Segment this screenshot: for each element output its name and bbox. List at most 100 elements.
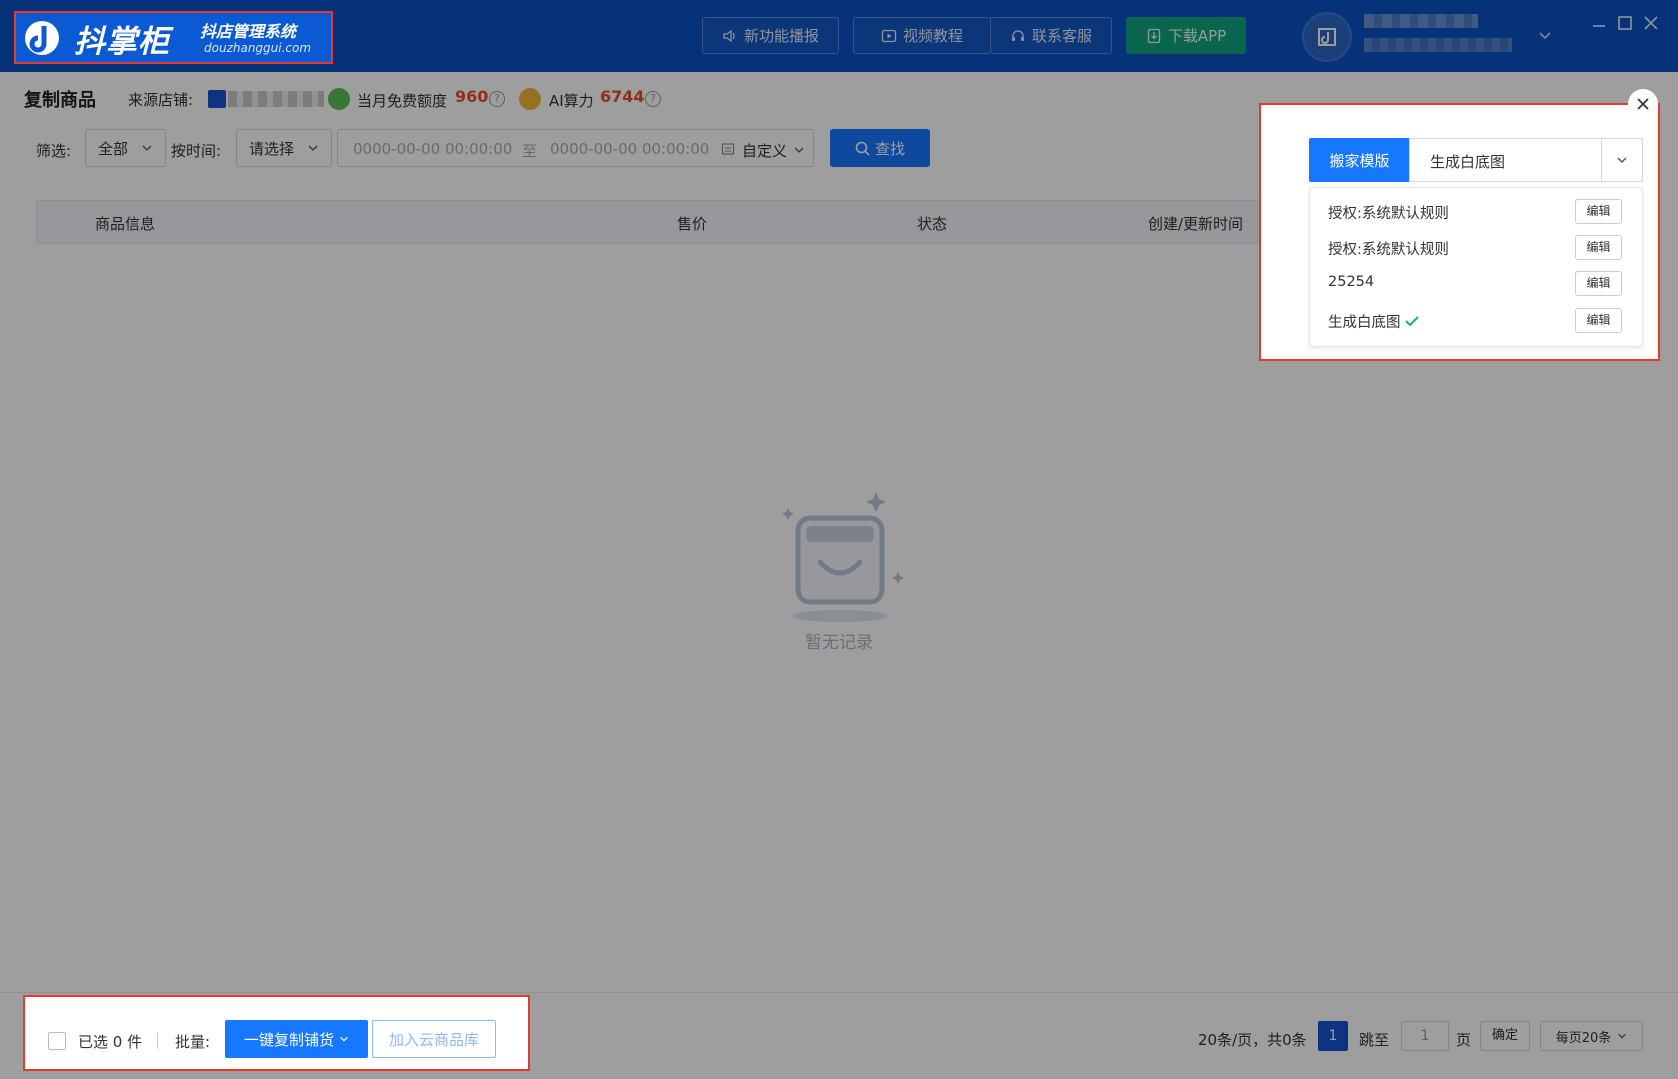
date-start-input[interactable]: 0000-00-00 00:00:00	[353, 140, 512, 158]
page-title: 复制商品	[24, 90, 96, 111]
help-icon[interactable]: ?	[489, 91, 505, 107]
jump-page-input[interactable]: 1	[1401, 1021, 1449, 1051]
contact-service-button[interactable]: 联系客服	[990, 17, 1112, 54]
calendar-icon	[721, 143, 735, 155]
time-label: 按时间:	[171, 142, 222, 160]
one-click-copy-button[interactable]: 一键复制铺货	[225, 1020, 368, 1058]
column-header: 商品信息	[95, 215, 156, 233]
page-unit-label: 页	[1456, 1031, 1472, 1049]
pagination-info: 20条/页，共0条	[1198, 1031, 1307, 1049]
bulk-label: 批量:	[175, 1033, 211, 1051]
chevron-down-icon	[1618, 1033, 1627, 1039]
empty-box-icon	[782, 492, 904, 622]
divider	[157, 1033, 158, 1049]
edit-template-button[interactable]: 编辑	[1575, 199, 1622, 224]
template-option-name: 授权:系统默认规则	[1328, 206, 1449, 222]
template-dropdown-toggle[interactable]	[1601, 138, 1643, 182]
template-tag: 搬家模版	[1309, 138, 1410, 182]
edit-template-button[interactable]: 编辑	[1575, 271, 1622, 296]
date-range-picker[interactable]: 0000-00-00 00:00:00 至 0000-00-00 00:00:0…	[337, 129, 814, 167]
chevron-down-icon[interactable]	[1536, 26, 1554, 44]
page-number-current[interactable]: 1	[1318, 1021, 1348, 1051]
template-option-name: 25254	[1328, 274, 1375, 290]
close-icon	[1637, 98, 1649, 110]
template-option[interactable]: 授权:系统默认规则 编辑	[1310, 230, 1642, 266]
quota-icon	[328, 88, 350, 110]
user-avatar[interactable]	[1302, 12, 1352, 62]
template-select-input[interactable]: 生成白底图	[1409, 138, 1602, 182]
edit-template-button[interactable]: 编辑	[1575, 235, 1622, 260]
minimize-icon[interactable]	[1590, 14, 1608, 32]
user-name-redacted	[1364, 14, 1478, 28]
template-option-name: 生成白底图	[1328, 311, 1419, 332]
download-app-button[interactable]: 下载APP	[1126, 17, 1246, 54]
template-option-label: 生成白底图	[1328, 315, 1401, 331]
user-account-redacted	[1364, 38, 1512, 52]
ai-value: 6744	[600, 87, 645, 106]
chevron-down-icon	[308, 145, 318, 151]
source-shop-label: 来源店铺:	[128, 91, 194, 109]
filter-label: 筛选:	[36, 142, 72, 160]
quota-value: 960	[455, 87, 489, 106]
speaker-icon	[723, 29, 735, 42]
app-logo: 抖掌柜 抖店管理系统 douzhanggui.com	[14, 11, 333, 64]
date-separator: 至	[522, 142, 538, 160]
filter-select[interactable]: 全部	[85, 129, 166, 167]
logo-mark-icon	[25, 21, 59, 55]
service-button-label: 联系客服	[1031, 27, 1092, 45]
logo-tagline: 抖店管理系统	[200, 22, 297, 41]
maximize-icon[interactable]	[1616, 14, 1634, 32]
close-dialog-button[interactable]	[1628, 89, 1658, 119]
checkmark-icon	[1404, 316, 1419, 327]
column-header: 创建/更新时间	[1148, 215, 1244, 233]
ai-label: AI算力	[549, 92, 594, 110]
logo-url: douzhanggui.com	[204, 41, 312, 55]
download-button-label: 下载APP	[1167, 27, 1227, 45]
copy-button-label: 一键复制铺货	[243, 1030, 334, 1049]
ai-coin-icon	[519, 88, 541, 110]
column-header: 售价	[677, 215, 708, 233]
template-option[interactable]: 25254 编辑	[1310, 266, 1642, 302]
close-window-icon[interactable]	[1642, 14, 1660, 32]
filter-select-value: 全部	[98, 139, 129, 158]
chevron-down-icon	[1617, 157, 1627, 163]
jump-confirm-button[interactable]: 确定	[1480, 1021, 1530, 1051]
edit-template-button[interactable]: 编辑	[1575, 308, 1622, 333]
download-icon	[1147, 28, 1160, 43]
chevron-down-icon	[142, 145, 152, 151]
video-icon	[881, 29, 897, 42]
add-to-cloud-library-button[interactable]: 加入云商品库	[372, 1020, 496, 1058]
page-size-select[interactable]: 每页20条	[1540, 1021, 1643, 1051]
empty-state-text: 暂无记录	[805, 633, 873, 653]
jump-label: 跳至	[1359, 1031, 1390, 1049]
column-header: 状态	[917, 215, 948, 233]
chevron-down-icon	[794, 147, 804, 153]
date-end-input[interactable]: 0000-00-00 00:00:00	[550, 140, 709, 158]
quota-label: 当月免费额度	[357, 92, 448, 110]
search-button[interactable]: 查找	[830, 129, 930, 167]
bulk-actions-highlight: 已选 0 件 批量: 一键复制铺货 加入云商品库	[0, 992, 540, 1079]
template-option-selected[interactable]: 生成白底图 编辑	[1310, 303, 1642, 339]
search-button-label: 查找	[874, 139, 905, 158]
news-button[interactable]: 新功能播报	[702, 17, 839, 54]
search-icon	[855, 141, 870, 156]
news-button-label: 新功能播报	[743, 27, 819, 45]
store-logo-icon	[1318, 28, 1336, 46]
template-dropdown-list: 授权:系统默认规则 编辑 授权:系统默认规则 编辑 25254 编辑 生成白底图…	[1309, 187, 1643, 347]
select-all-checkbox[interactable]	[48, 1032, 66, 1050]
time-select-value: 请选择	[249, 139, 295, 158]
time-select[interactable]: 请选择	[236, 129, 332, 167]
video-button-label: 视频教程	[902, 27, 963, 45]
video-tutorial-button[interactable]: 视频教程	[853, 17, 991, 54]
selected-count: 已选 0 件	[78, 1033, 143, 1051]
headset-icon	[1011, 29, 1024, 41]
logo-title: 抖掌柜	[74, 24, 170, 60]
template-option[interactable]: 授权:系统默认规则 编辑	[1310, 194, 1642, 230]
date-mode-select[interactable]: 自定义	[742, 140, 787, 161]
shop-icon	[208, 90, 226, 108]
title-bar: 抖掌柜 抖店管理系统 douzhanggui.com 新功能播报 视频教程 联系…	[0, 0, 1678, 72]
page-size-value: 每页20条	[1555, 1030, 1612, 1046]
help-icon[interactable]: ?	[645, 91, 661, 107]
chevron-down-icon	[340, 1036, 348, 1042]
bulk-actions-box: 已选 0 件 批量: 一键复制铺货 加入云商品库	[23, 995, 530, 1071]
